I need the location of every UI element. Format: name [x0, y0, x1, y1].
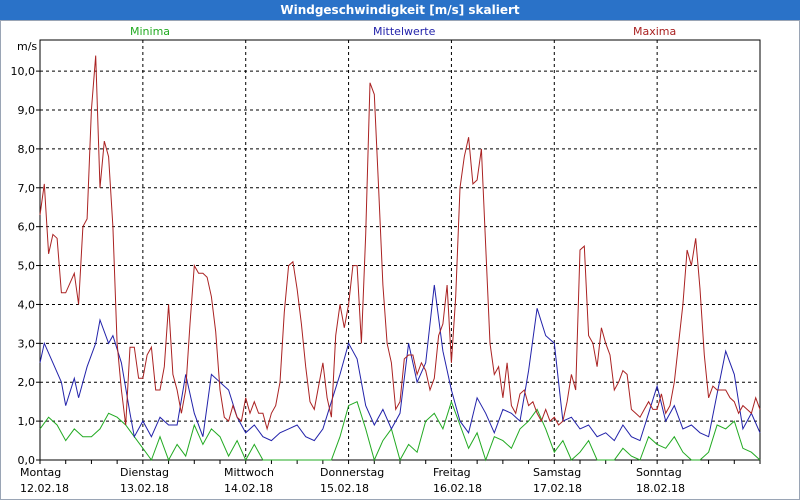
y-tick-label: 2,0 [18, 376, 36, 389]
x-axis-date: 17.02.18 [533, 482, 582, 495]
series-line-mittelwerte [39, 284, 761, 442]
y-tick-label: 3,0 [18, 337, 36, 350]
x-axis-date: 14.02.18 [224, 482, 273, 495]
x-axis-day: Montag [20, 466, 62, 479]
x-axis-day: Sonntag [636, 466, 682, 479]
wind-speed-chart: 0,01,02,03,04,05,06,07,08,09,010,0 [11, 39, 761, 467]
x-axis-date: 16.02.18 [433, 482, 482, 495]
x-axis-date: 12.02.18 [20, 482, 69, 495]
x-axis-label: Samstag 17.02.18 [533, 465, 582, 497]
y-tick-label: 6,0 [18, 221, 36, 234]
y-tick-label: 10,0 [11, 65, 36, 78]
x-axis-label: Montag 12.02.18 [20, 465, 69, 497]
x-axis-date: 13.02.18 [120, 482, 169, 495]
y-tick-label: 4,0 [18, 298, 36, 311]
y-tick-label: 1,0 [18, 415, 36, 428]
x-axis-day: Donnerstag [320, 466, 385, 479]
series-line-maxima [39, 55, 761, 431]
x-axis-date: 15.02.18 [320, 482, 369, 495]
y-tick-label: 8,0 [18, 143, 36, 156]
y-tick-label: 9,0 [18, 104, 36, 117]
x-axis-day: Mittwoch [224, 466, 274, 479]
y-tick-label: 5,0 [18, 260, 36, 273]
x-axis-label: Freitag 16.02.18 [433, 465, 482, 497]
x-axis-label: Sonntag 18.02.18 [636, 465, 685, 497]
x-axis-label: Donnerstag 15.02.18 [320, 465, 384, 497]
x-axis-day: Dienstag [120, 466, 170, 479]
x-axis-label: Mittwoch 14.02.18 [224, 465, 274, 497]
x-axis-day: Samstag [533, 466, 582, 479]
y-tick-label: 7,0 [18, 182, 36, 195]
x-axis-day: Freitag [433, 466, 471, 479]
x-axis-label: Dienstag 13.02.18 [120, 465, 169, 497]
x-axis-date: 18.02.18 [636, 482, 685, 495]
